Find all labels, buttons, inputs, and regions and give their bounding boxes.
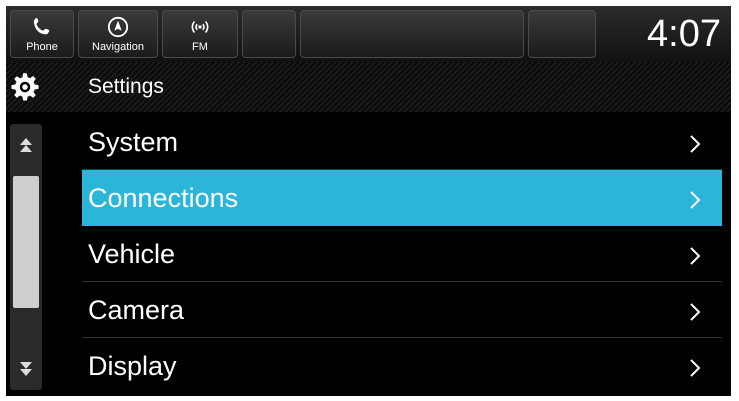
chevron-right-icon [690, 303, 701, 321]
chevron-right-icon [690, 359, 701, 377]
phone-icon [11, 16, 73, 38]
menu-item-label: Vehicle [88, 239, 176, 269]
top-bar: Phone Navigation FM 4:07 [6, 6, 731, 62]
radio-fm-icon [163, 16, 237, 38]
gear-icon [10, 72, 40, 102]
menu-item-label: Display [88, 351, 177, 381]
menu-item-label: Camera [88, 295, 185, 325]
menu-item-display[interactable]: Display [82, 338, 722, 394]
scroll-thumb[interactable] [13, 176, 39, 308]
infotainment-screen: Phone Navigation FM 4:07 Settings System… [6, 6, 731, 396]
menu-item-system[interactable]: System [82, 114, 722, 170]
phone-shortcut-label: Phone [26, 41, 58, 53]
page-header: Settings [6, 62, 731, 112]
chevron-right-icon [690, 135, 701, 153]
empty-shortcut-slot[interactable] [300, 10, 524, 58]
phone-shortcut-button[interactable]: Phone [10, 10, 74, 58]
navigation-shortcut-label: Navigation [92, 41, 144, 53]
menu-item-label: System [88, 127, 179, 157]
scrollbar[interactable] [10, 124, 42, 390]
scroll-up-icon [20, 138, 32, 152]
empty-shortcut-slot[interactable] [528, 10, 596, 58]
scroll-down-button[interactable] [10, 346, 42, 390]
page-title: Settings [88, 75, 164, 98]
fm-shortcut-label: FM [192, 41, 208, 53]
navigation-icon [79, 16, 157, 38]
chevron-right-icon [690, 247, 701, 265]
scroll-up-button[interactable] [10, 124, 42, 168]
chevron-right-icon [690, 191, 701, 209]
menu-item-connections[interactable]: Connections [82, 170, 722, 226]
navigation-shortcut-button[interactable]: Navigation [78, 10, 158, 58]
menu-item-vehicle[interactable]: Vehicle [82, 226, 722, 282]
menu-item-label: Connections [88, 183, 239, 213]
menu-item-camera[interactable]: Camera [82, 282, 722, 338]
scroll-down-icon [20, 362, 32, 376]
empty-shortcut-slot[interactable] [242, 10, 296, 58]
fm-shortcut-button[interactable]: FM [162, 10, 238, 58]
clock: 4:07 [647, 13, 721, 55]
